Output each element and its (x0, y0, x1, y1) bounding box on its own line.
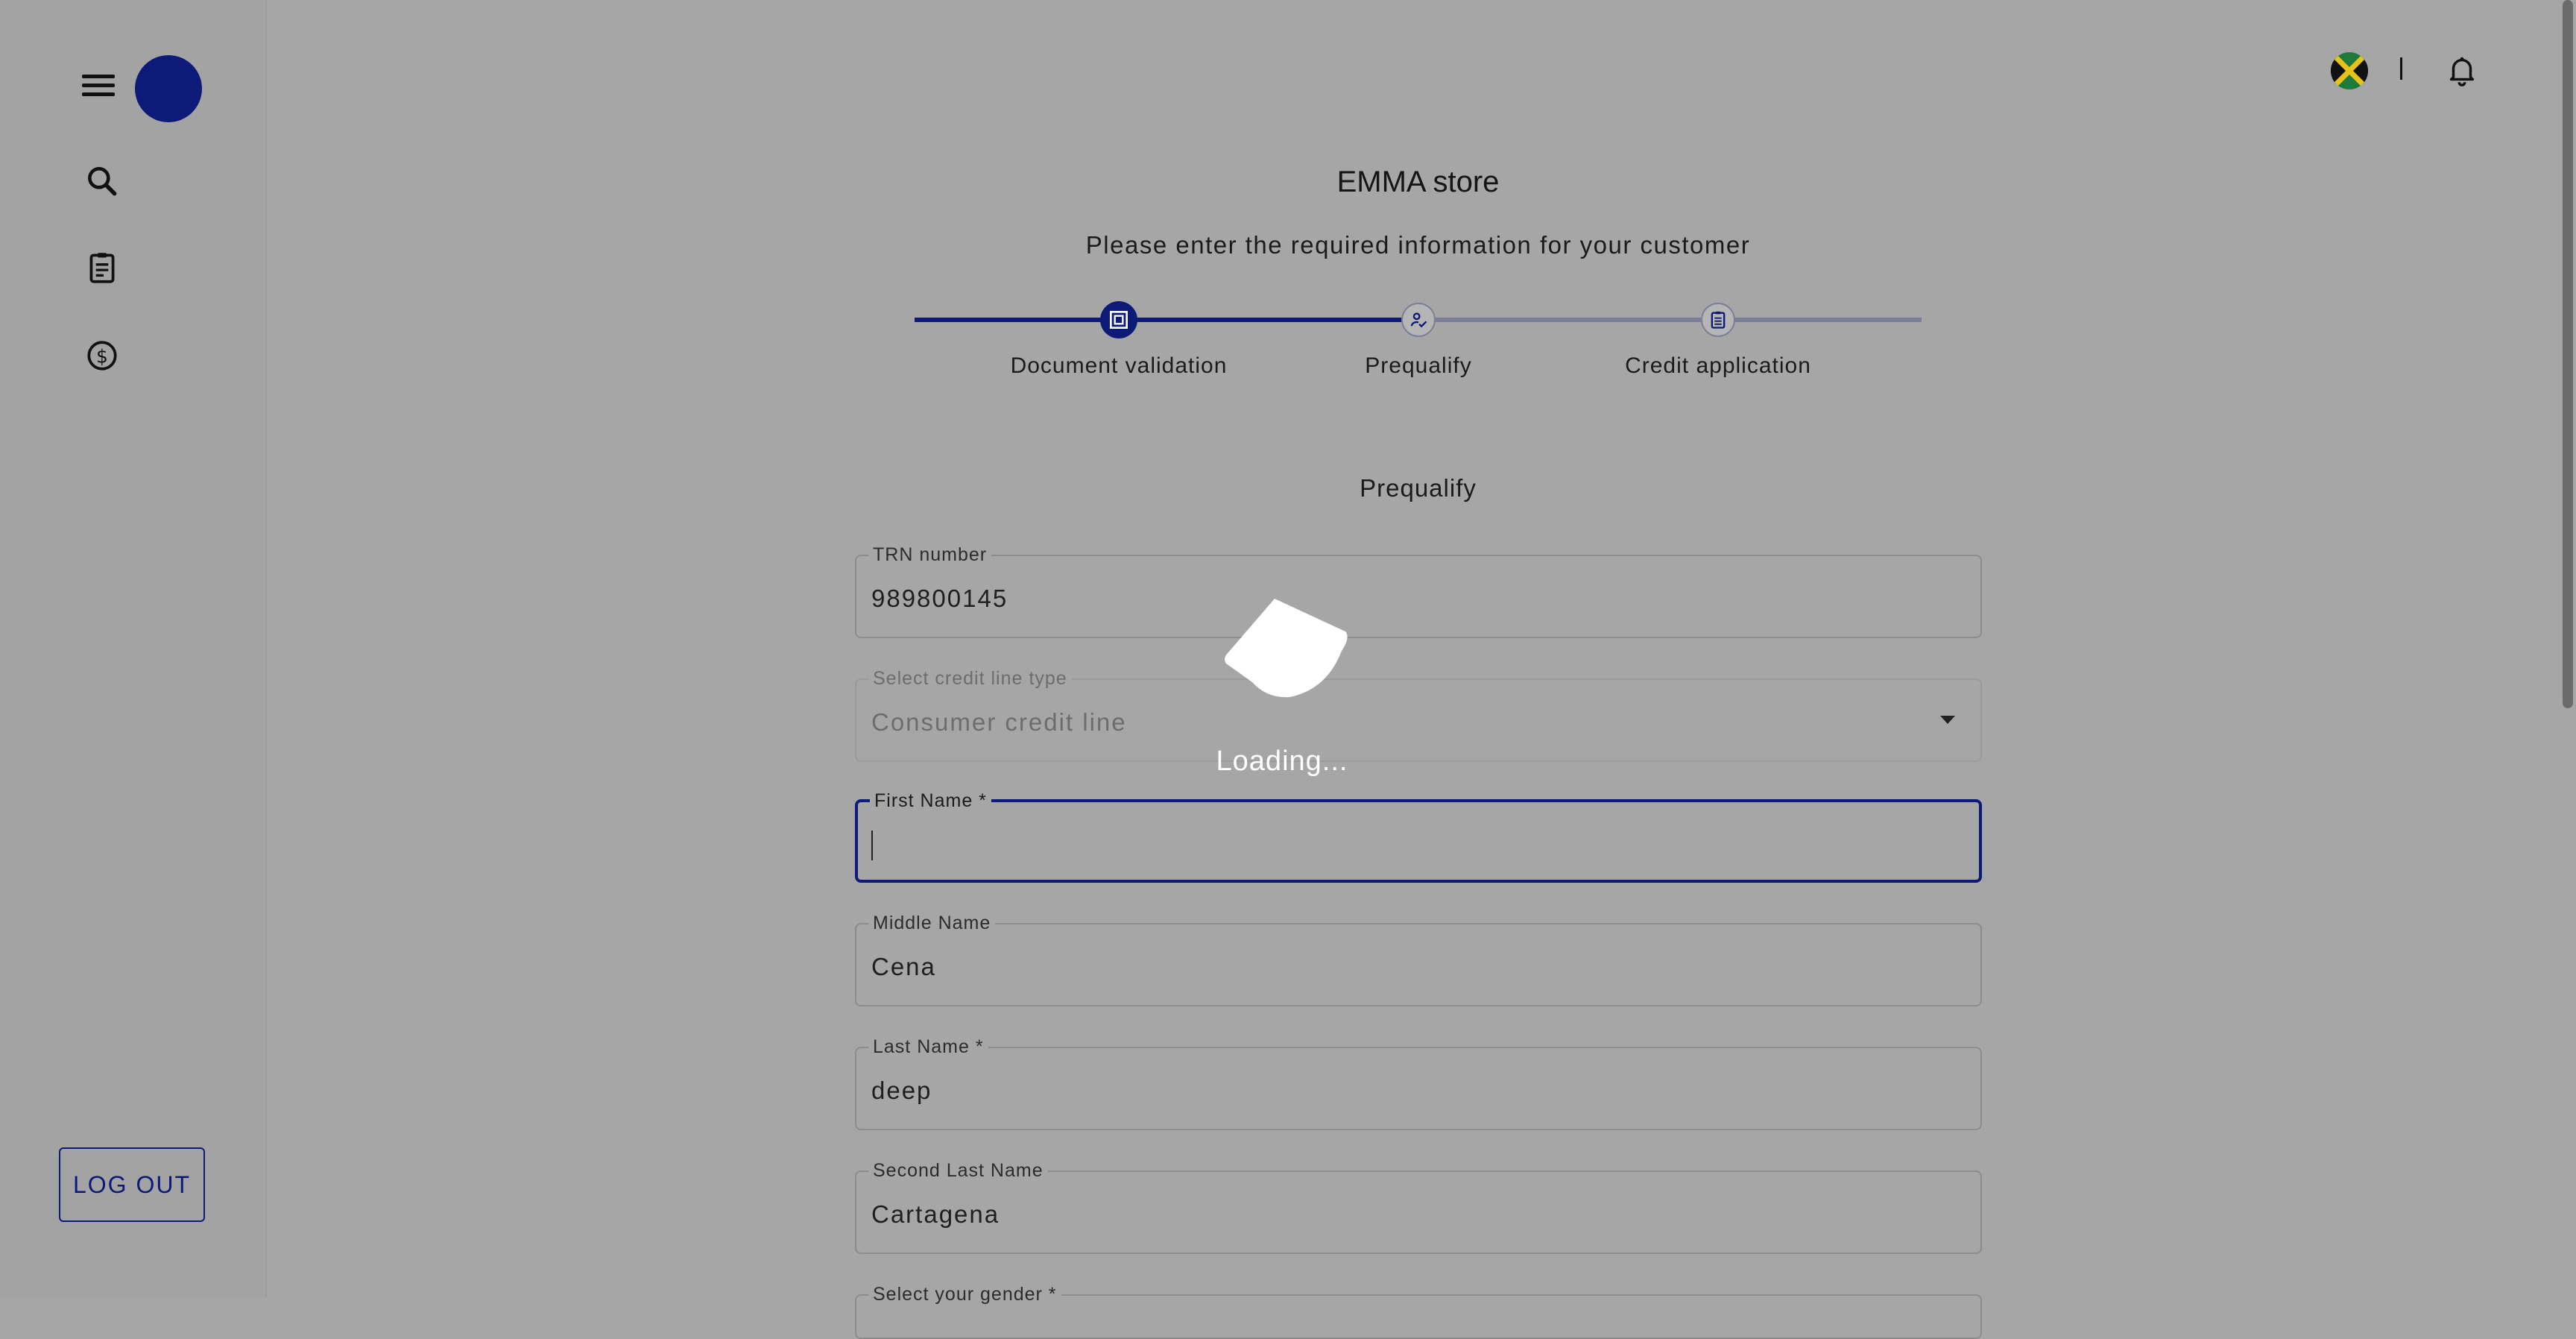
text-cursor (871, 831, 873, 860)
loading-label: Loading... (1216, 746, 1348, 777)
first-name-field[interactable]: First Name * (855, 790, 1982, 883)
second-last-name-label: Second Last Name (868, 1160, 1048, 1182)
jamaica-flag-icon[interactable] (2331, 52, 2368, 89)
page-subtitle: Please enter the required information fo… (1085, 231, 1751, 259)
trn-number-field[interactable]: TRN number 989800145 (855, 544, 1982, 638)
stepper-progress-line (915, 318, 1418, 322)
dropdown-arrow-icon[interactable] (1940, 716, 1955, 724)
first-name-label: First Name * (870, 790, 991, 812)
dollar-circle-icon[interactable]: $ (83, 337, 121, 374)
step-label-credit-application: Credit application (1625, 353, 1811, 378)
loading-spinner-icon (1225, 599, 1348, 698)
last-name-label: Last Name * (868, 1036, 988, 1058)
second-last-name-field[interactable]: Second Last Name Cartagena (855, 1160, 1982, 1254)
store-title: EMMA store (1336, 166, 1500, 198)
section-title: Prequalify (1360, 474, 1477, 502)
last-name-value: deep (871, 1077, 932, 1104)
middle-name-value: Cena (871, 953, 936, 980)
step-prequalify-icon[interactable] (1401, 303, 1436, 337)
credit-line-type-value: Consumer credit line (871, 708, 1127, 736)
second-last-name-value: Cartagena (871, 1200, 1000, 1228)
loading-text: Loading... (0, 746, 2576, 778)
gender-select[interactable]: Select your gender * (855, 1284, 1982, 1339)
step-document-validation-icon[interactable] (1100, 301, 1137, 338)
credit-line-type-label: Select credit line type (868, 668, 1072, 690)
middle-name-field[interactable]: Middle Name Cena (855, 913, 1982, 1006)
header-divider (2400, 57, 2402, 80)
bell-icon[interactable] (2445, 52, 2479, 88)
trn-number-label: TRN number (868, 544, 992, 566)
trn-number-value: 989800145 (871, 585, 1008, 612)
step-label-document-validation: Document validation (1010, 353, 1228, 378)
scrollbar-thumb[interactable] (2563, 0, 2573, 708)
middle-name-label: Middle Name (868, 913, 996, 934)
hamburger-menu-icon[interactable] (82, 75, 115, 101)
step-label-prequalify: Prequalify (1365, 353, 1472, 378)
avatar[interactable] (135, 55, 202, 122)
stepper-pending-line (1418, 318, 1922, 322)
gender-label: Select your gender * (868, 1284, 1061, 1305)
last-name-field[interactable]: Last Name * deep (855, 1036, 1982, 1130)
logout-button[interactable]: LOG OUT (59, 1147, 205, 1222)
svg-text:$: $ (96, 345, 108, 367)
step-credit-application-icon[interactable] (1701, 303, 1735, 337)
